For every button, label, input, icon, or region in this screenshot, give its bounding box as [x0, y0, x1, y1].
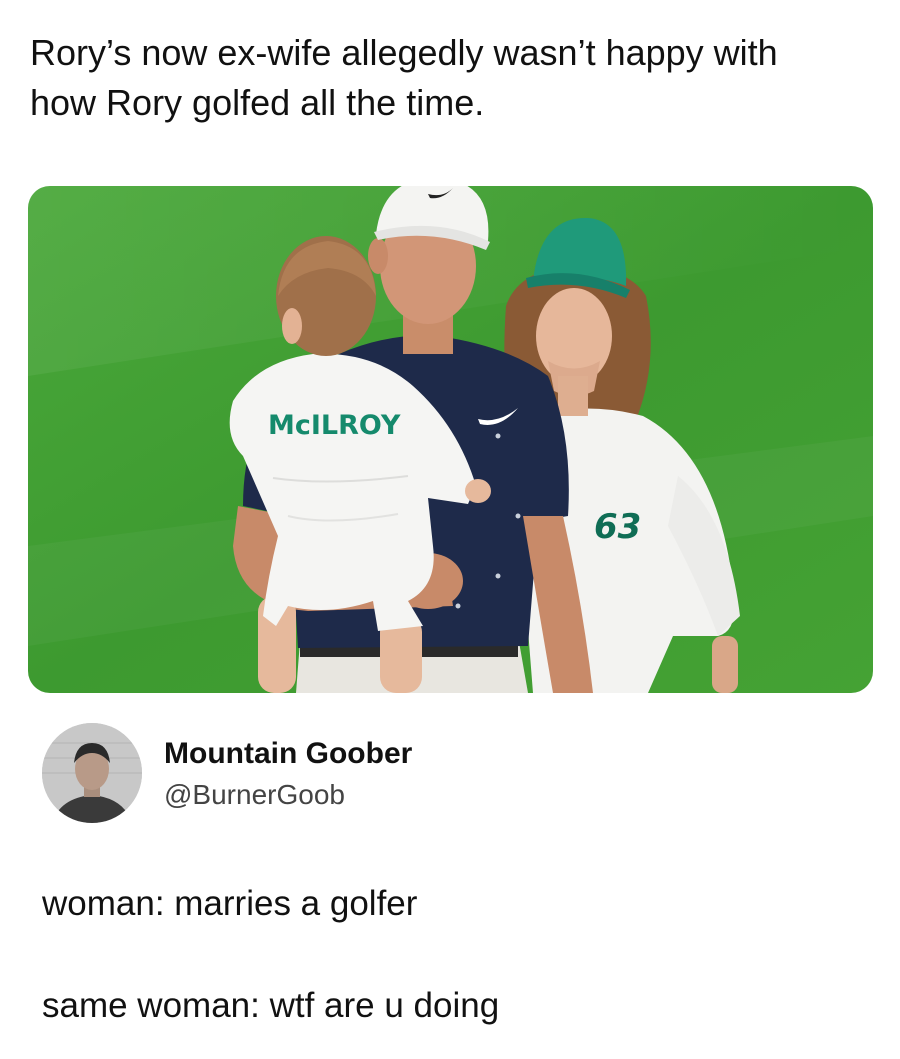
avatar[interactable]: [42, 723, 142, 823]
author-handle[interactable]: @BurnerGoob: [164, 779, 345, 811]
tweet-text-line: woman: marries a golfer: [42, 884, 418, 923]
tweet-text-line: same woman: wtf are u doing: [42, 986, 500, 1025]
author-name[interactable]: Mountain Goober: [164, 737, 412, 771]
caption-line-1: Rory’s now ex-wife allegedly wasn’t happ…: [30, 32, 778, 73]
svg-text:63: 63: [594, 507, 641, 547]
post-photo[interactable]: 63 McILROY: [28, 186, 873, 693]
shirt-back-text: McILROY: [268, 410, 401, 441]
caption-line-2: how Rory golfed all the time.: [30, 82, 485, 123]
tweet-author[interactable]: Mountain Goober @BurnerGoob: [42, 723, 642, 823]
post-caption: Rory’s now ex-wife allegedly wasn’t happ…: [30, 28, 870, 128]
